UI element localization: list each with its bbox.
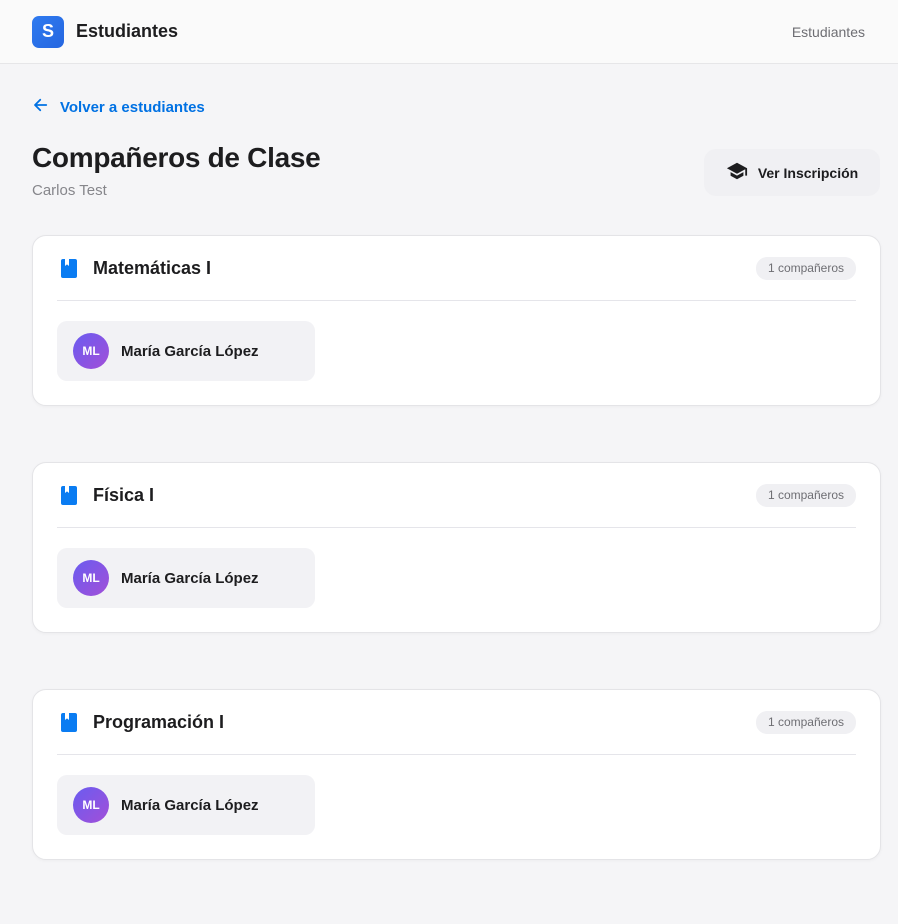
student-name: Carlos Test [32,182,107,199]
course-card: Programación I 1 compañeros ML María Gar… [32,689,881,860]
avatar: ML [73,560,109,596]
classmate-item[interactable]: ML María García López [57,548,315,608]
course-name: Física I [93,484,155,505]
book-icon [57,256,81,280]
back-link-label: Volver a estudiantes [60,98,205,116]
view-enrollment-button[interactable]: Ver Inscripción [704,149,880,196]
course-header: Programación I 1 compañeros [57,690,856,755]
course-name: Matemáticas I [93,257,212,278]
top-bar: S Estudiantes Estudiantes [0,0,898,64]
app-logo: S [32,15,64,48]
classmate-name: María García López [121,342,259,360]
app-name: Estudiantes [76,21,179,41]
classmates-count-badge: 1 compañeros [755,710,856,734]
course-name: Programación I [93,711,225,732]
avatar: ML [73,333,109,369]
view-enrollment-label: Ver Inscripción [757,164,859,181]
classmate-name: María García López [121,796,259,814]
book-icon [57,483,81,507]
page-title: Compañeros de Clase [32,142,321,173]
avatar: ML [73,787,109,823]
graduation-cap-icon [726,160,748,185]
book-icon [57,710,81,734]
course-header: Física I 1 compañeros [57,463,856,528]
classmates-count-badge: 1 compañeros [755,483,856,507]
classmate-item[interactable]: ML María García López [57,321,315,381]
course-header: Matemáticas I 1 compañeros [57,236,856,301]
arrow-left-icon [32,96,50,118]
nav-link-estudiantes[interactable]: Estudiantes [792,24,865,40]
classmate-name: María García López [121,569,259,587]
classmate-item[interactable]: ML María García López [57,775,315,835]
course-card: Matemáticas I 1 compañeros ML María Garc… [32,235,881,406]
brand[interactable]: S Estudiantes [32,15,179,48]
classmates-count-badge: 1 compañeros [755,256,856,280]
course-card: Física I 1 compañeros ML María García Ló… [32,462,881,633]
back-link[interactable]: Volver a estudiantes [32,96,205,118]
